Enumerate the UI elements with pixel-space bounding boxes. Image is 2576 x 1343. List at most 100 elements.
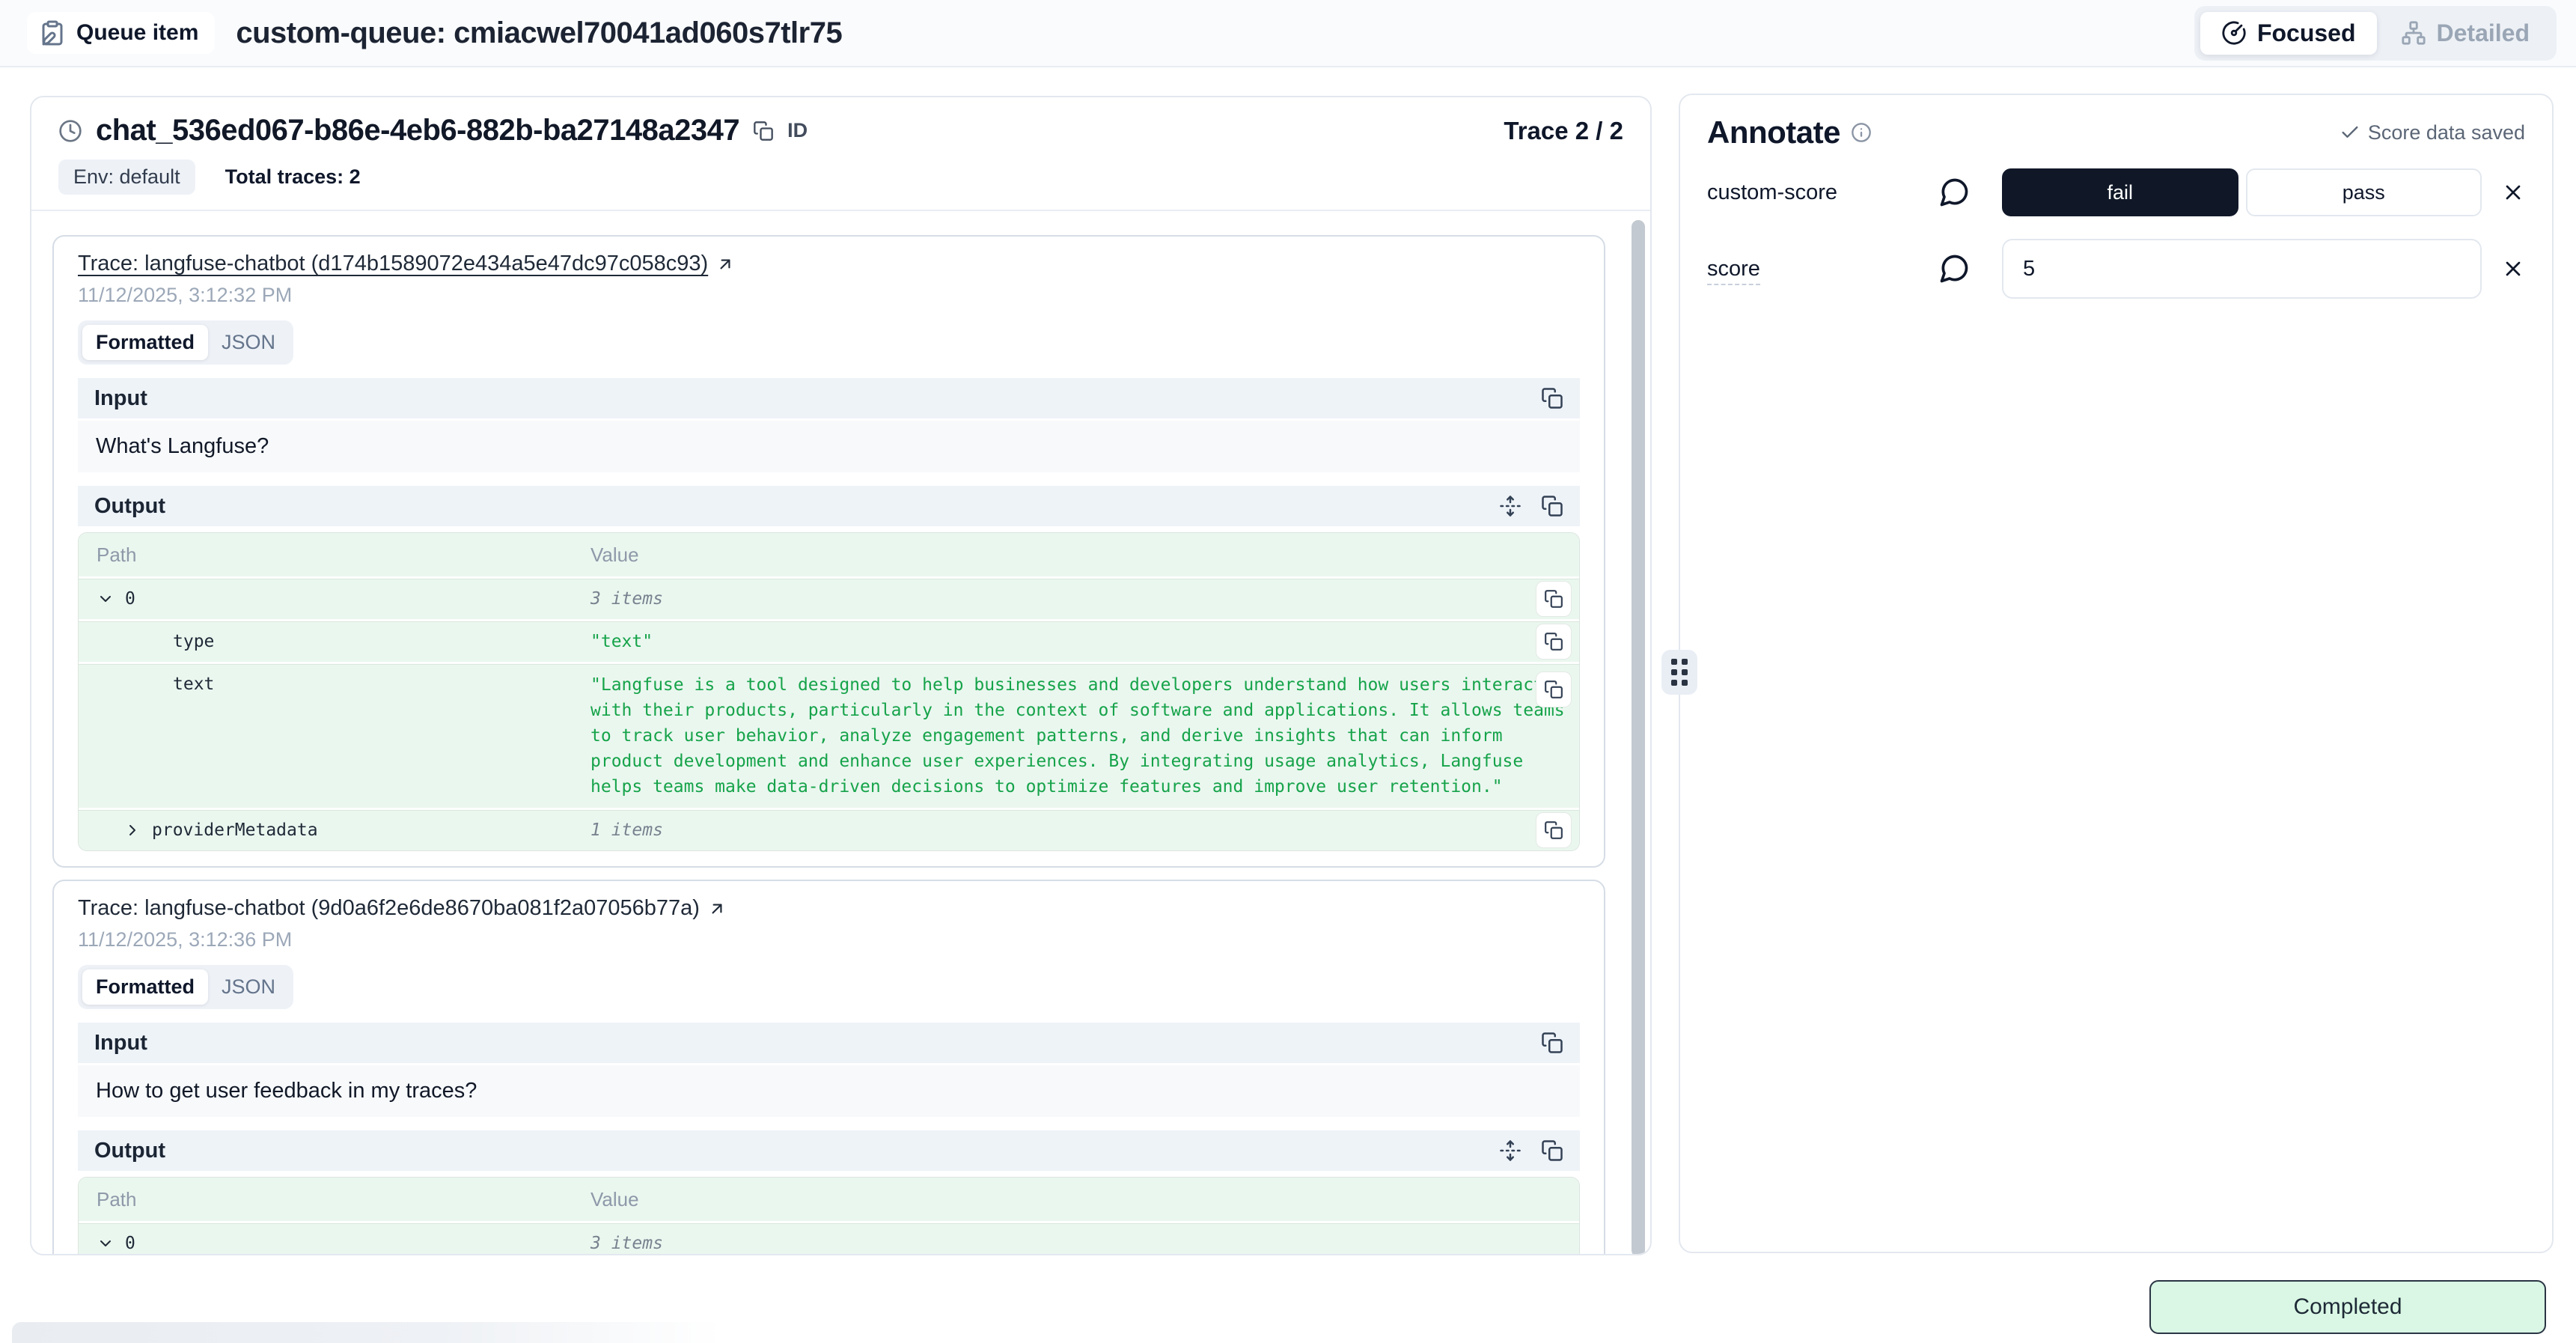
copy-icon (1544, 680, 1563, 699)
trace-counter: Trace 2 / 2 (1504, 117, 1623, 145)
panel-resize-handle[interactable] (1661, 650, 1697, 695)
x-icon (2501, 180, 2525, 204)
copy-row-button[interactable] (1536, 672, 1572, 707)
grip-dots-icon (1671, 659, 1688, 686)
queue-item-badge: Queue item (27, 12, 215, 54)
score-saved-status: Score data saved (2340, 121, 2525, 144)
score-option-fail[interactable]: fail (2002, 168, 2238, 216)
gauge-icon (2221, 20, 2247, 46)
copy-input-icon[interactable] (1541, 387, 1563, 409)
trace-card: Trace: langfuse-chatbot (9d0a6f2e6de8670… (52, 880, 1605, 1255)
trace-card: Trace: langfuse-chatbot (d174b1589072e43… (52, 235, 1605, 868)
format-tabs: Formatted JSON (78, 965, 293, 1009)
score-name-label: score (1707, 257, 1938, 281)
annotate-title: Annotate (1707, 115, 1840, 150)
tab-json[interactable]: JSON (208, 969, 289, 1005)
output-label: Output (94, 494, 165, 519)
unfold-vertical-icon[interactable] (1499, 495, 1522, 517)
trace-detail-panel: chat_536ed067-b86e-4eb6-882b-ba27148a234… (30, 96, 1652, 1255)
value-cell: "Langfuse is a tool designed to help bus… (590, 675, 1565, 797)
trace-link[interactable]: Trace: langfuse-chatbot (9d0a6f2e6de8670… (78, 896, 700, 921)
score-option-pass[interactable]: pass (2246, 168, 2482, 216)
copy-id-icon[interactable] (753, 121, 774, 141)
scrollbar-thumb[interactable] (1632, 220, 1645, 1255)
detailed-toggle-button[interactable]: Detailed (2380, 12, 2551, 55)
page-title: custom-queue: cmiacwel70041ad060s7tlr75 (236, 16, 842, 50)
input-section-header: Input (78, 1023, 1580, 1063)
value-cell: 1 items (590, 820, 663, 840)
table-header-row: Path Value (79, 533, 1579, 576)
input-section-header: Input (78, 378, 1580, 418)
chevron-right-icon[interactable] (123, 821, 141, 839)
top-bar: Queue item custom-queue: cmiacwel70041ad… (0, 0, 2576, 67)
trace-timestamp: 11/12/2025, 3:12:36 PM (78, 928, 1580, 951)
score-row-score: score (1707, 239, 2525, 299)
chevron-down-icon[interactable] (97, 590, 115, 608)
focused-toggle-button[interactable]: Focused (2200, 12, 2377, 55)
id-label: ID (787, 119, 808, 142)
delete-score-button[interactable] (2501, 257, 2525, 281)
tab-json[interactable]: JSON (208, 325, 289, 360)
path-cell: type (173, 630, 214, 654)
external-link-icon (715, 255, 735, 274)
copy-row-button[interactable] (1536, 624, 1572, 660)
output-json-table: Path Value 0 3 items (78, 1177, 1580, 1255)
table-row: 0 3 items (79, 1221, 1579, 1255)
copy-row-button[interactable] (1536, 581, 1572, 617)
detailed-label: Detailed (2437, 19, 2530, 47)
path-column-header: Path (79, 1178, 582, 1221)
value-cell: 3 items (590, 1234, 663, 1253)
delete-score-button[interactable] (2501, 180, 2525, 204)
path-cell: providerMetadata (152, 818, 318, 842)
table-row: text "Langfuse is a tool designed to hel… (79, 662, 1579, 808)
value-cell: 3 items (590, 589, 663, 609)
queue-item-title: chat_536ed067-b86e-4eb6-882b-ba27148a234… (96, 114, 739, 147)
path-cell: 0 (125, 1231, 135, 1255)
unfold-vertical-icon[interactable] (1499, 1139, 1522, 1162)
total-traces: Total traces: 2 (225, 165, 361, 189)
tab-formatted[interactable]: Formatted (82, 325, 208, 360)
comment-icon[interactable] (1938, 176, 1971, 209)
value-column-header: Value (582, 1178, 1579, 1221)
tab-formatted[interactable]: Formatted (82, 969, 208, 1005)
path-column-header: Path (79, 533, 582, 576)
network-icon (2401, 20, 2426, 46)
input-label: Input (94, 1031, 147, 1056)
output-label: Output (94, 1139, 165, 1163)
value-column-header: Value (582, 533, 1579, 576)
value-cell: "text" (590, 632, 653, 651)
annotate-panel: Annotate Score data saved custom-score f… (1679, 94, 2554, 1253)
toast-remnant (12, 1322, 723, 1343)
output-json-table: Path Value 0 3 items type "text" (78, 532, 1580, 851)
clipboard-pen-icon (39, 19, 66, 46)
info-icon (1851, 122, 1872, 143)
input-content: How to get user feedback in my traces? (78, 1065, 1580, 1117)
clock-icon (58, 119, 82, 143)
copy-row-button[interactable] (1536, 812, 1572, 848)
copy-output-icon[interactable] (1541, 495, 1563, 517)
score-name-label: custom-score (1707, 180, 1938, 205)
comment-icon[interactable] (1938, 252, 1971, 285)
trace-link[interactable]: Trace: langfuse-chatbot (d174b1589072e43… (78, 252, 708, 276)
table-row: providerMetadata 1 items (79, 808, 1579, 850)
external-link-icon (707, 899, 727, 919)
chevron-down-icon[interactable] (97, 1234, 115, 1252)
table-row: 0 3 items (79, 576, 1579, 619)
copy-icon (1544, 820, 1563, 840)
input-content: What's Langfuse? (78, 421, 1580, 472)
trace-list: Trace: langfuse-chatbot (d174b1589072e43… (31, 211, 1650, 1255)
path-cell: text (173, 672, 214, 696)
copy-input-icon[interactable] (1541, 1032, 1563, 1054)
completed-button[interactable]: Completed (2149, 1280, 2546, 1334)
view-mode-toggle: Focused Detailed (2194, 6, 2557, 61)
focused-label: Focused (2257, 19, 2356, 47)
copy-icon (1544, 589, 1563, 609)
env-badge: Env: default (58, 159, 195, 195)
trace-panel-header: chat_536ed067-b86e-4eb6-882b-ba27148a234… (31, 97, 1650, 211)
input-label: Input (94, 386, 147, 411)
output-section-header: Output (78, 486, 1580, 526)
score-value-input[interactable] (2002, 239, 2482, 299)
score-row-custom-score: custom-score fail pass (1707, 168, 2525, 216)
trace-timestamp: 11/12/2025, 3:12:32 PM (78, 284, 1580, 307)
copy-output-icon[interactable] (1541, 1139, 1563, 1162)
